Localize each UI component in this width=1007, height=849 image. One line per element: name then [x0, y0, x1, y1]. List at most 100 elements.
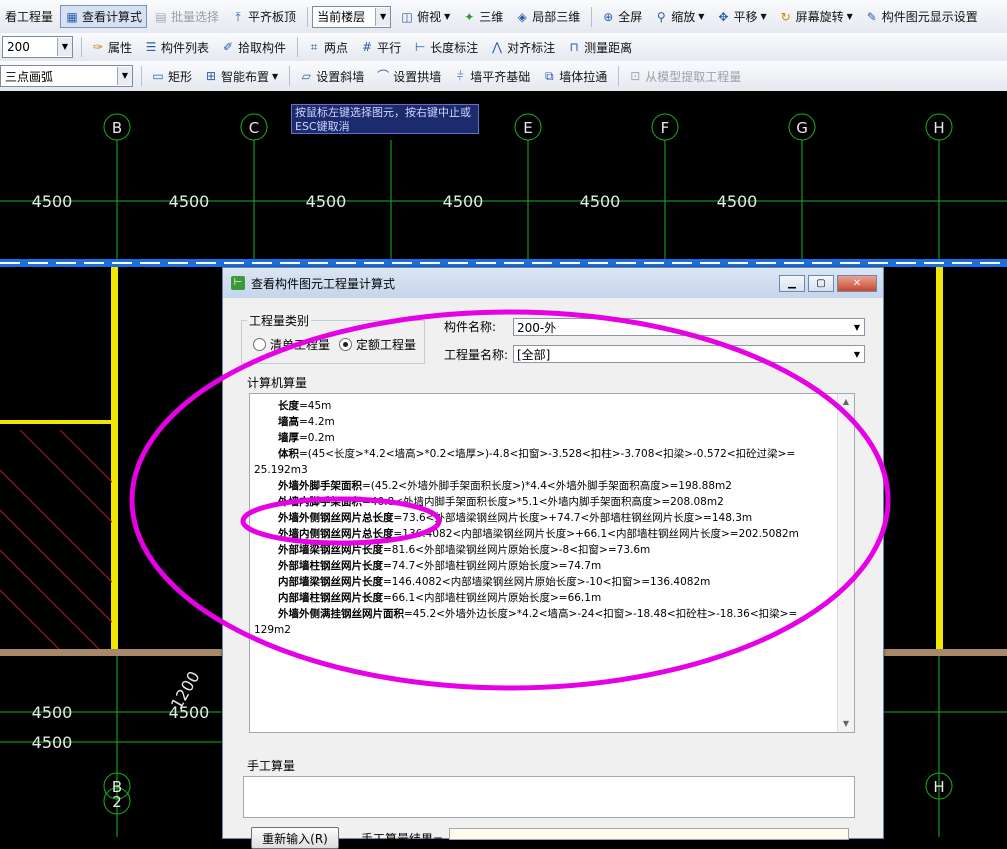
parallel-button[interactable]: # 平行 [355, 36, 406, 59]
size-select[interactable]: 200 ▼ [2, 36, 73, 58]
set-slant-wall-button[interactable]: ▱ 设置斜墙 [294, 65, 369, 88]
pick-component-button[interactable]: ✐ 拾取构件 [216, 36, 291, 59]
radio-quota-quantity[interactable]: 定额工程量 [339, 336, 416, 353]
zoom-icon: ⚲ [656, 9, 666, 24]
vertical-scrollbar[interactable]: ▲ ▼ [837, 394, 854, 732]
arc-mode-select[interactable]: 三点画弧 ▼ [0, 65, 133, 87]
properties-icon: ✑ [92, 40, 104, 54]
batch-select-button[interactable]: ▤ 批量选择 [149, 5, 224, 28]
length-dimension-button[interactable]: ⊢ 长度标注 [408, 36, 483, 59]
properties-button[interactable]: ✑ 属性 [86, 36, 137, 59]
top-view-icon: ◫ [401, 9, 413, 24]
wall-connect-button[interactable]: ⧉ 墙体拉通 [537, 65, 612, 88]
calc-line-name: 外墙外侧满挂钢丝网片面积 [278, 608, 404, 620]
view-formula-button[interactable]: ▦ 查看计算式 [60, 5, 148, 28]
zoom-button[interactable]: ⚲ 缩放 ▼ [649, 5, 709, 28]
smart-layout-button[interactable]: ⊞ 智能布置 ▼ [199, 65, 283, 88]
main-toolbar: 看工程量 ▦ 查看计算式 ▤ 批量选择 ⤒ 平齐板顶 当前楼层 ▼ ◫ 俯视 ▼ ✦ 三维 ◈… [0, 0, 1007, 34]
separator [289, 66, 291, 86]
measure-icon: ⊓ [569, 40, 579, 54]
computer-calc-label: 计算机算量 [247, 376, 308, 390]
quantity-type-label: 工程量类别 [247, 312, 312, 329]
view-quantity-button[interactable]: 看工程量 [0, 5, 58, 28]
wall-align-base-icon: ⫩ [456, 69, 464, 83]
calc-line-expr: 129m2 [254, 624, 291, 636]
local-3d-icon: ◈ [517, 9, 527, 24]
calc-line-expr: =136.4082<内部墙梁钢丝网片长度>+66.1<内部墙柱钢丝网片长度>=2… [393, 528, 799, 540]
floor-select[interactable]: 当前楼层 ▼ [312, 5, 392, 28]
close-button[interactable]: ✕ [837, 274, 877, 292]
set-arch-wall-button[interactable]: ⌒ 设置拱墙 [371, 65, 446, 88]
chevron-down-icon: ▼ [698, 12, 705, 21]
align-dim-icon: ⋀ [492, 40, 503, 54]
component-name-select[interactable]: 200-外 ▼ [513, 318, 865, 336]
wall-yellow [0, 420, 112, 424]
rotate-icon: ↻ [780, 9, 791, 24]
length-dim-icon: ⊢ [414, 40, 426, 54]
reenter-button[interactable]: 重新输入(R) [251, 827, 339, 849]
rotate-screen-button[interactable]: ↻ 屏幕旋转 ▼ [774, 5, 858, 28]
rectangle-button[interactable]: ▭ 矩形 [146, 65, 197, 88]
formula-dialog: ⊢ 查看构件图元工程量计算式 ▁ ▢ ✕ 工程量类别 清单工程量 定额工程量 构… [222, 267, 884, 849]
wall-align-base-button[interactable]: ⫩ 墙平齐基础 [448, 65, 535, 88]
arch-wall-icon: ⌒ [377, 69, 390, 83]
dimension-text: 4500 [306, 192, 347, 211]
pan-button[interactable]: ✥ 平移 ▼ [711, 5, 771, 28]
minimize-button[interactable]: ▁ [779, 274, 805, 292]
dimension-text: 4500 [32, 733, 73, 752]
calc-line-name: 墙厚 [278, 432, 299, 444]
component-list-button[interactable]: ☰ 构件列表 [139, 36, 214, 59]
calc-line: 外墙外脚手架面积=(45.2<外墙外脚手架面积长度>)*4.4<外墙外脚手架面积… [254, 478, 854, 494]
fullscreen-icon: ⊕ [603, 9, 614, 24]
quantity-name-label: 工程量名称: [444, 348, 509, 362]
wall-yellow [936, 267, 943, 653]
align-slab-top-button[interactable]: ⤒ 平齐板顶 [226, 5, 301, 28]
display-settings-icon: ✎ [866, 9, 877, 24]
manual-result-label: 手工算量结果= [361, 832, 444, 846]
scroll-down-icon[interactable]: ▼ [838, 716, 854, 732]
tooltip-hint: 按鼠标左键选择图元，按右键中止或ESC键取消 [291, 104, 479, 134]
manual-result-field[interactable] [449, 828, 849, 840]
local-3d-button[interactable]: ◈ 局部三维 [510, 5, 585, 28]
dimension-text: 4500 [443, 192, 484, 211]
quantity-name-select[interactable]: [全部] ▼ [513, 345, 865, 363]
rect-icon: ▭ [152, 69, 164, 83]
draw-toolbar: 200 ▼ ✑ 属性 ☰ 构件列表 ✐ 拾取构件 ⌗ 两点 # 平行 ⊢ 长度标注 ⋀ 对齐标注… [0, 33, 1007, 62]
list-icon: ☰ [145, 40, 157, 54]
scroll-up-icon[interactable]: ▲ [838, 394, 854, 410]
3d-view-button[interactable]: ✦ 三维 [457, 5, 508, 28]
two-point-button[interactable]: ⌗ 两点 [302, 36, 353, 59]
calc-line-name: 外墙外脚手架面积 [278, 480, 362, 492]
axis-label: G [796, 119, 808, 137]
extract-quantity-button[interactable]: ⊡ 从模型提取工程量 [623, 65, 746, 88]
calc-line-expr: =(45<长度>*4.2<墙高>*0.2<墙厚>)-4.8<扣窗>-3.528<… [299, 448, 796, 460]
calc-line-expr: =0.2m [299, 432, 335, 444]
extract-icon: ⊡ [630, 69, 641, 83]
calc-line-expr: =74.7<外部墙柱钢丝网片原始长度>=74.7m [383, 560, 602, 572]
radio-circle [339, 338, 352, 351]
maximize-button[interactable]: ▢ [808, 274, 834, 292]
app-icon: ⊢ [231, 276, 245, 290]
separator [618, 66, 620, 86]
calc-line: 外墙外侧满挂钢丝网片面积=45.2<外墙外边长度>*4.2<墙高>-24<扣窗>… [254, 606, 854, 622]
calc-line-name: 长度 [278, 400, 299, 412]
display-settings-button[interactable]: ✎ 构件图元显示设置 [860, 5, 983, 28]
wall-connect-icon: ⧉ [544, 69, 554, 83]
measure-distance-button[interactable]: ⊓ 测量距离 [562, 36, 637, 59]
calc-line-expr: =81.6<外部墙梁钢丝网片原始长度>-8<扣窗>=73.6m [383, 544, 651, 556]
calc-line: 外墙内侧钢丝网片总长度=136.4082<内部墙梁钢丝网片长度>+66.1<内部… [254, 526, 854, 542]
separator [591, 6, 593, 27]
chevron-down-icon: ▼ [846, 12, 853, 21]
top-view-button[interactable]: ◫ 俯视 ▼ [395, 5, 455, 28]
calc-line: 内部墙柱钢丝网片长度=66.1<内部墙柱钢丝网片原始长度>=66.1m [254, 590, 854, 606]
manual-calc-input[interactable] [243, 776, 855, 818]
computer-calc-textbox[interactable]: 长度=45m 墙高=4.2m 墙厚=0.2m 体积=(45<长度>*4.2<墙高>*0… [249, 393, 855, 733]
separator [141, 66, 142, 86]
dialog-title: 查看构件图元工程量计算式 [251, 276, 396, 291]
dialog-titlebar[interactable]: ⊢ 查看构件图元工程量计算式 ▁ ▢ ✕ [223, 268, 883, 298]
edit-toolbar: 三点画弧 ▼ ▭ 矩形 ⊞ 智能布置 ▼ ▱ 设置斜墙 ⌒ 设置拱墙 ⫩ 墙平齐基础 ⧉ 墙体拉… [0, 61, 1007, 92]
fullscreen-button[interactable]: ⊕ 全屏 [596, 5, 647, 28]
align-dimension-button[interactable]: ⋀ 对齐标注 [485, 36, 560, 59]
radio-list-quantity[interactable]: 清单工程量 [253, 336, 330, 353]
calc-line: 长度=45m [254, 398, 854, 414]
